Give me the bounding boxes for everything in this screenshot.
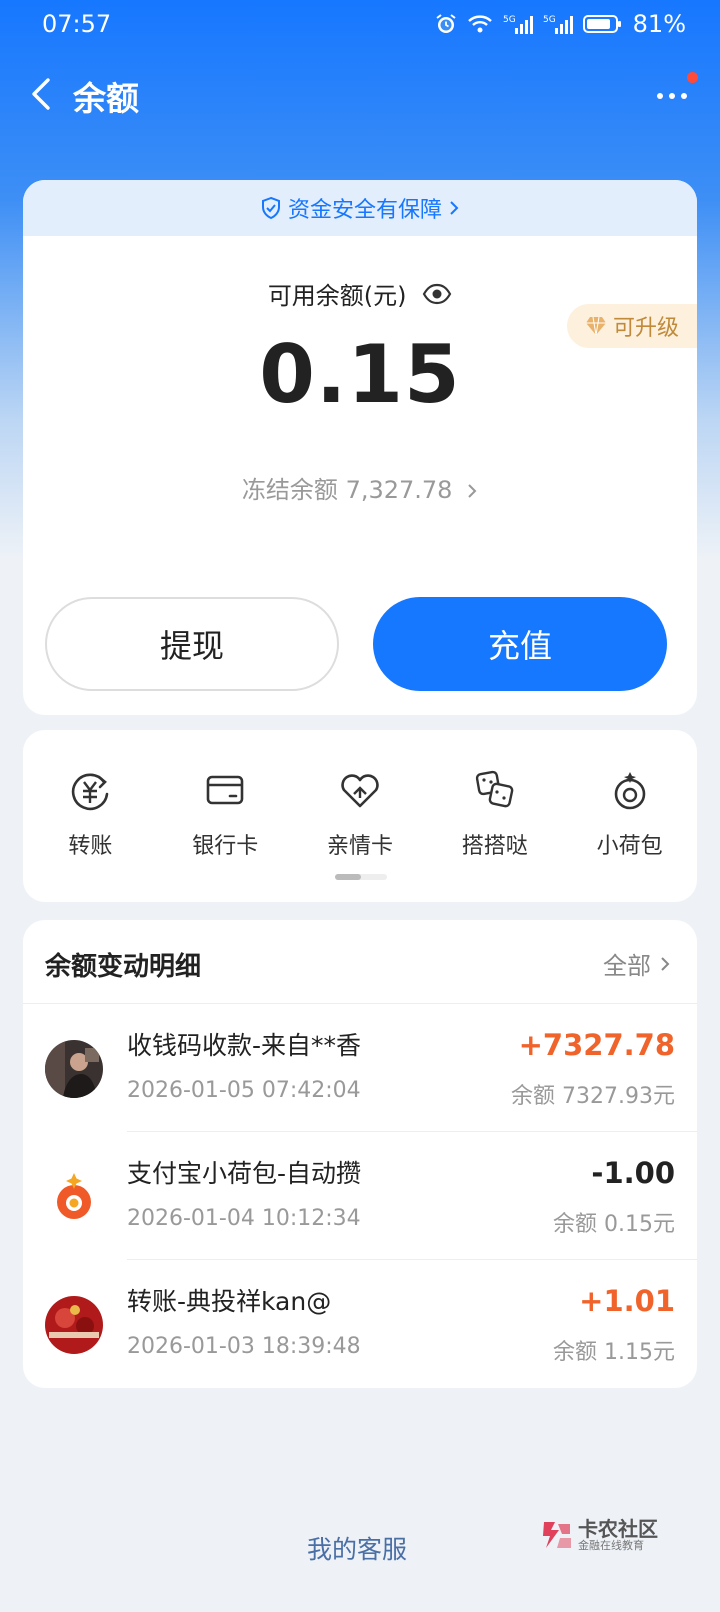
kanong-logo-icon [543, 1522, 571, 1549]
transaction-amount: +1.01 [579, 1284, 675, 1318]
scroll-indicator [335, 874, 387, 880]
frozen-amount: 7,327.78 [345, 476, 453, 504]
transaction-amount: -1.00 [591, 1156, 675, 1190]
dice-icon [475, 770, 514, 808]
chevron-right-icon [468, 484, 477, 498]
status-icons: 5G 5G 81% [435, 10, 686, 38]
shortcut-transfer[interactable]: 转账 [23, 768, 158, 860]
battery-icon [582, 15, 621, 33]
chevron-right-icon [450, 201, 459, 215]
shortcut-bank-card[interactable]: 银行卡 [158, 768, 293, 860]
detail-title: 余额变动明细 [45, 952, 202, 982]
watermark-sub: 金融在线教育 [578, 1539, 644, 1552]
shortcut-label: 亲情卡 [326, 834, 393, 859]
shortcut-label: 转账 [68, 834, 113, 859]
chevron-right-icon [661, 956, 670, 971]
watermark-main: 卡农社区 [578, 1517, 658, 1541]
bank-card-icon [206, 775, 244, 805]
shield-icon [261, 196, 280, 220]
balance-detail-card: 余额变动明细 全部 收钱码收款-来自**香 2026-01-05 07:42:0… [23, 920, 697, 1388]
watermark: 卡农社区 金融在线教育 [540, 1518, 658, 1552]
svg-text:5G: 5G [543, 15, 556, 25]
watermark-text: 卡农社区 金融在线教育 [578, 1518, 658, 1552]
transaction-title: 收钱码收款-来自**香 [127, 1031, 362, 1060]
svg-text:5G: 5G [503, 15, 516, 25]
transaction-time: 2026-01-03 18:39:48 [127, 1334, 361, 1359]
recharge-button[interactable]: 充值 [373, 597, 667, 691]
family-card-icon [341, 774, 379, 808]
frozen-label: 冻结余额 [241, 476, 338, 504]
shortcut-family-card[interactable]: 亲情卡 [293, 768, 428, 860]
chevron-left-icon[interactable] [24, 76, 60, 112]
purse-icon [614, 772, 645, 810]
transaction-title: 支付宝小荷包-自动攒 [127, 1159, 362, 1188]
transaction-balance: 余额 1.15元 [553, 1340, 675, 1365]
eye-icon[interactable] [422, 282, 452, 306]
transaction-row[interactable]: 转账-典投祥kan@ 2026-01-03 18:39:48 +1.01 余额 … [23, 1260, 697, 1388]
page-title: 余额 [73, 79, 139, 118]
customer-service-link[interactable]: 我的客服 [307, 1530, 407, 1566]
shortcut-label: 搭搭哒 [461, 834, 528, 859]
shortcut-row: 转账 银行卡 亲情卡 搭搭哒 小荷包 [23, 768, 697, 860]
balance-amount: 0.15 [259, 328, 461, 421]
nav-bar: 余额 [0, 62, 720, 126]
transfer-icon [72, 773, 109, 811]
safety-text: 资金安全有保障 [287, 198, 442, 223]
signal-5g-icon: 5G [543, 15, 573, 34]
shortcut-label: 小荷包 [596, 834, 663, 859]
more-icon[interactable] [652, 78, 692, 110]
safety-banner[interactable]: 资金安全有保障 [23, 180, 697, 236]
detail-header: 余额变动明细 全部 [23, 920, 697, 1004]
transaction-title: 转账-典投祥kan@ [127, 1287, 332, 1316]
status-bar: 07:57 5G 5G 81% [0, 0, 720, 50]
withdraw-button[interactable]: 提现 [45, 597, 339, 691]
shortcut-card: 转账 银行卡 亲情卡 搭搭哒 小荷包 [23, 730, 697, 902]
transaction-amount: +7327.78 [518, 1028, 675, 1062]
transaction-time: 2026-01-05 07:42:04 [127, 1078, 361, 1103]
shortcut-dadada[interactable]: 搭搭哒 [427, 768, 562, 860]
balance-card: 资金安全有保障 可用余额(元) 可升级 0.15 冻结余额 7,327.78 提… [23, 180, 697, 715]
shortcut-purse[interactable]: 小荷包 [562, 768, 697, 860]
shortcut-label: 银行卡 [192, 834, 259, 859]
wifi-icon [467, 15, 492, 33]
alarm-icon [436, 14, 456, 33]
avatar [45, 1040, 103, 1098]
transaction-balance: 余额 0.15元 [553, 1212, 675, 1237]
view-all-label: 全部 [603, 952, 651, 980]
status-time: 07:57 [42, 10, 112, 38]
avatar [45, 1168, 103, 1226]
battery-percent: 81% [632, 10, 686, 38]
transaction-row[interactable]: 收钱码收款-来自**香 2026-01-05 07:42:04 +7327.78… [23, 1004, 697, 1132]
transaction-balance: 余额 7327.93元 [511, 1084, 675, 1109]
notification-dot [687, 72, 698, 83]
available-label-text: 可用余额(元) [267, 282, 407, 310]
signal-5g-icon: 5G [503, 15, 533, 34]
avatar [45, 1296, 103, 1354]
transaction-row[interactable]: 支付宝小荷包-自动攒 2026-01-04 10:12:34 -1.00 余额 … [23, 1132, 697, 1260]
view-all-link[interactable]: 全部 [603, 946, 671, 981]
frozen-balance[interactable]: 冻结余额 7,327.78 [23, 470, 697, 505]
transaction-time: 2026-01-04 10:12:34 [127, 1206, 361, 1231]
